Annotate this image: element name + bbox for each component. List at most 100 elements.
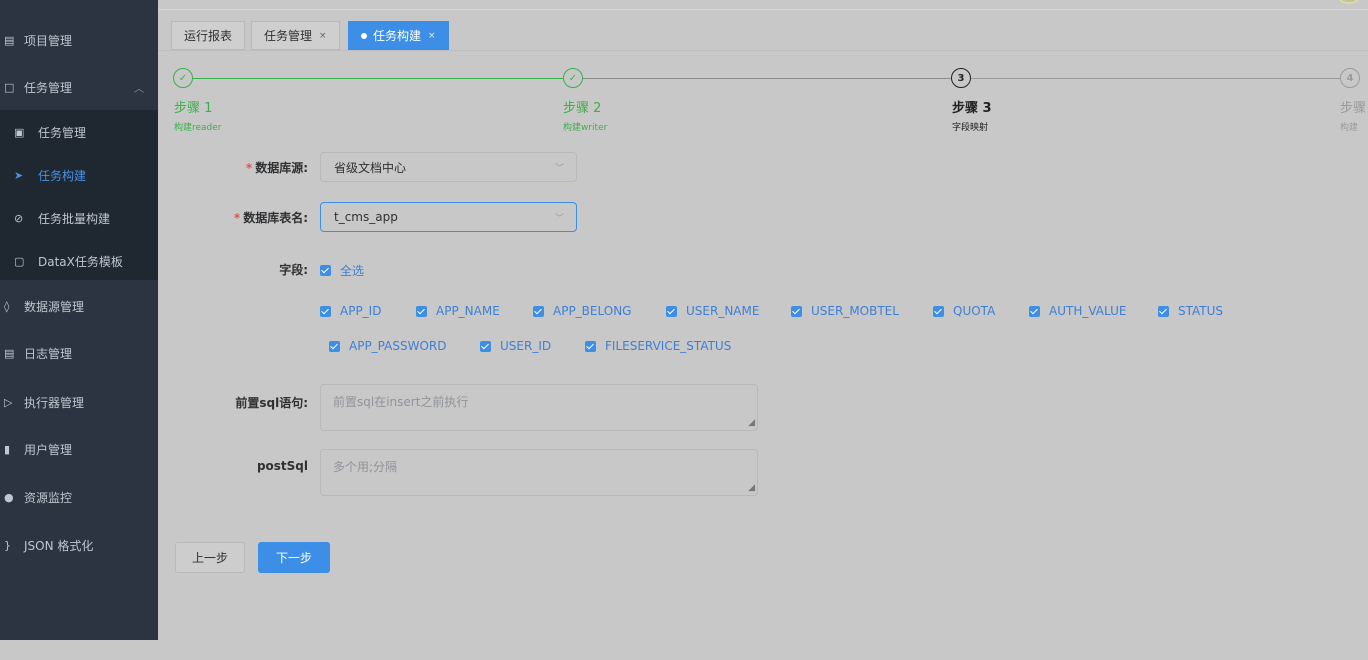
template-icon: ▢ [14, 254, 25, 268]
field-checkbox[interactable]: APP_NAME [416, 304, 500, 318]
sidebar-item-label: 任务管理 [24, 80, 73, 95]
sidebar-item-monitor[interactable]: ● 资源监控 [0, 474, 158, 520]
checkbox-label: QUOTA [953, 304, 996, 318]
step-1-title: 步骤 1 [174, 101, 213, 116]
sidebar-subitem-datax-template[interactable]: ▢ DataX任务模板 [0, 239, 158, 283]
postsql-placeholder: 多个用;分隔 [333, 460, 398, 474]
checkbox-label: USER_MOBTEL [811, 304, 899, 318]
step-3-title: 步骤 3 [952, 101, 992, 116]
checkbox-label: APP_PASSWORD [349, 339, 447, 353]
step-1-desc: 构建reader [174, 123, 222, 133]
datasource-select[interactable]: 省级文档中心 ﹀ [320, 152, 577, 182]
sidebar-item-task[interactable]: □ 任务管理 ︿ [0, 64, 158, 110]
datasource-label-text: 数据库源: [255, 161, 308, 175]
field-checkbox[interactable]: FILESERVICE_STATUS [585, 339, 731, 353]
monitor-icon: ● [4, 490, 14, 504]
next-step-button[interactable]: 下一步 [258, 542, 330, 573]
checkbox-checked-icon [320, 305, 331, 317]
table-select-value: t_cms_app [334, 210, 398, 224]
datasource-select-value: 省级文档中心 [334, 160, 407, 175]
sidebar-item-log[interactable]: ▤ 日志管理 [0, 330, 158, 376]
tab-run-report[interactable]: 运行报表 [171, 21, 246, 50]
checkbox-checked-icon [585, 340, 596, 352]
active-dot-icon [361, 32, 367, 39]
datasource-label: * 数据库源: [148, 159, 308, 176]
step-3-number-icon: 3 [951, 68, 971, 88]
checkbox-label: APP_ID [340, 304, 382, 318]
sidebar-subitem-task-build[interactable]: ➤ 任务构建 [0, 153, 158, 197]
sidebar-subitem-label: 任务构建 [38, 168, 87, 183]
sidebar-item-label: 用户管理 [24, 442, 73, 457]
resize-handle-icon[interactable]: ◢ [748, 483, 755, 493]
log-icon: ▤ [4, 346, 15, 360]
checkbox-label: USER_NAME [686, 304, 760, 318]
checkbox-checked-icon [480, 340, 491, 352]
sidebar-bottom-strip [0, 640, 158, 660]
step-line-1 [193, 78, 563, 79]
step-1-check-icon: ✓ [173, 68, 193, 88]
field-checkbox[interactable]: USER_NAME [666, 304, 759, 318]
presql-textarea[interactable]: 前置sql在insert之前执行 ◢ [320, 384, 758, 431]
checkbox-label: 全选 [340, 264, 365, 278]
json-icon: } [4, 538, 11, 552]
step-4-title: 步骤 [1340, 101, 1367, 116]
table-select[interactable]: t_cms_app ﹀ [320, 202, 577, 232]
step-line-2 [583, 78, 951, 79]
required-mark: * [245, 161, 253, 175]
sidebar-item-label: 日志管理 [24, 346, 73, 361]
sidebar-item-label: 执行器管理 [24, 395, 85, 410]
field-checkbox[interactable]: STATUS [1158, 304, 1223, 318]
sidebar-subitem-task-list[interactable]: ▣ 任务管理 [0, 110, 158, 154]
sidebar-item-datasource[interactable]: ◊ 数据源管理 [0, 283, 158, 329]
sidebar-item-json[interactable]: } JSON 格式化 [0, 522, 158, 568]
required-mark: * [233, 211, 241, 225]
chevron-down-icon: ﹀ [554, 164, 564, 174]
sidebar-item-executor[interactable]: ▷ 执行器管理 [0, 379, 158, 425]
tab-label: 任务管理 [264, 29, 313, 43]
field-checkbox[interactable]: APP_ID [320, 304, 381, 318]
send-icon: ➤ [14, 168, 24, 182]
sidebar-subitem-batch-build[interactable]: ⊘ 任务批量构建 [0, 196, 158, 240]
checkbox-checked-icon [416, 305, 427, 317]
sidebar-item-project[interactable]: ▤ 项目管理 [0, 17, 158, 63]
step-4-number-icon: 4 [1340, 68, 1360, 88]
sidebar-subitem-label: DataX任务模板 [38, 254, 123, 269]
sidebar-item-user[interactable]: ▮ 用户管理 [0, 426, 158, 472]
field-checkbox[interactable]: AUTH_VALUE [1029, 304, 1126, 318]
sidebar-subitem-label: 任务批量构建 [38, 211, 111, 226]
checkbox-checked-icon [933, 305, 944, 317]
tab-task-build[interactable]: 任务构建 × [348, 21, 449, 50]
prev-step-button[interactable]: 上一步 [175, 542, 245, 573]
sidebar-item-label: 数据源管理 [24, 299, 85, 314]
select-all-checkbox[interactable]: 全选 [320, 262, 364, 279]
field-checkbox[interactable]: USER_MOBTEL [791, 304, 899, 318]
field-checkbox[interactable]: QUOTA [933, 304, 995, 318]
checkbox-label: USER_ID [500, 339, 552, 353]
step-2-check-icon: ✓ [563, 68, 583, 88]
field-checkbox[interactable]: APP_BELONG [533, 304, 631, 318]
project-icon: ▤ [4, 33, 15, 47]
avatar[interactable] [1338, 0, 1360, 4]
checkbox-label: APP_BELONG [553, 304, 632, 318]
tabs-divider [158, 50, 1368, 51]
checkbox-checked-icon [1029, 305, 1040, 317]
checkbox-checked-icon [533, 305, 544, 317]
datasource-icon: ◊ [4, 299, 10, 313]
sidebar: ▤ 项目管理 □ 任务管理 ︿ ▣ 任务管理 ➤ 任务构建 ⊘ 任务批量构建 ▢… [0, 0, 158, 640]
checkbox-label: AUTH_VALUE [1049, 304, 1127, 318]
field-checkbox[interactable]: APP_PASSWORD [329, 339, 446, 353]
step-2-title: 步骤 2 [563, 101, 602, 116]
tab-task-manage[interactable]: 任务管理 × [251, 21, 340, 50]
close-icon[interactable]: × [428, 31, 436, 41]
postsql-textarea[interactable]: 多个用;分隔 ◢ [320, 449, 758, 496]
table-label: * 数据库表名: [148, 209, 308, 226]
checkbox-checked-icon [320, 265, 331, 276]
table-label-text: 数据库表名: [243, 211, 308, 225]
close-icon[interactable]: × [319, 31, 327, 41]
sidebar-item-label: 资源监控 [24, 490, 73, 505]
checkbox-label: STATUS [1178, 304, 1224, 318]
presql-label: 前置sql语句: [235, 396, 308, 410]
executor-icon: ▷ [4, 395, 13, 409]
resize-handle-icon[interactable]: ◢ [748, 418, 755, 428]
field-checkbox[interactable]: USER_ID [480, 339, 551, 353]
